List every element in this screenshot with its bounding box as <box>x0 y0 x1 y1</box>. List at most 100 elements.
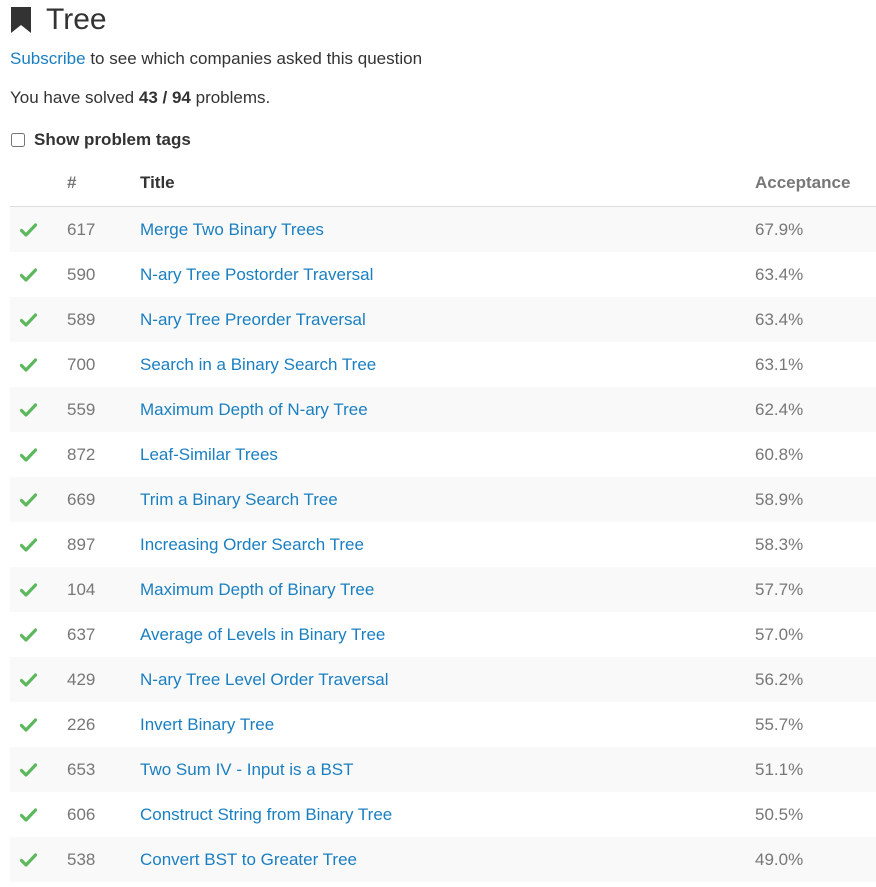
check-icon <box>20 447 37 462</box>
problem-title-link[interactable]: Maximum Depth of Binary Tree <box>140 580 374 599</box>
solved-summary: You have solved 43 / 94 problems. <box>10 87 270 109</box>
problem-title-cell: Trim a Binary Search Tree <box>140 477 755 522</box>
problem-number: 700 <box>67 354 96 374</box>
acceptance-rate: 51.1% <box>755 759 804 779</box>
status-cell <box>10 297 67 342</box>
check-icon <box>20 312 37 327</box>
status-cell <box>10 612 67 657</box>
problem-title-cell: Search in a Binary Search Tree <box>140 342 755 387</box>
solved-separator: / <box>157 88 172 107</box>
table-row: 538 Convert BST to Greater Tree 49.0% <box>10 837 876 882</box>
check-icon <box>20 582 37 597</box>
header-row: # Title Acceptance <box>10 160 876 207</box>
status-cell <box>10 207 67 253</box>
problem-title-cell: Average of Levels in Binary Tree <box>140 612 755 657</box>
status-cell <box>10 342 67 387</box>
problem-number: 653 <box>67 759 96 779</box>
problem-title-cell: N-ary Tree Preorder Traversal <box>140 297 755 342</box>
table-row: 669 Trim a Binary Search Tree 58.9% <box>10 477 876 522</box>
header-number[interactable]: # <box>67 160 140 207</box>
status-cell <box>10 387 67 432</box>
problem-title-link[interactable]: Invert Binary Tree <box>140 715 274 734</box>
problem-title-link[interactable]: Trim a Binary Search Tree <box>140 490 338 509</box>
table-row: 590 N-ary Tree Postorder Traversal 63.4% <box>10 252 876 297</box>
acceptance-rate: 62.4% <box>755 399 804 419</box>
subscribe-link[interactable]: Subscribe <box>10 49 86 68</box>
table-row: 637 Average of Levels in Binary Tree 57.0% <box>10 612 876 657</box>
acceptance-rate: 58.3% <box>755 534 804 554</box>
problem-title-cell: Construct String from Binary Tree <box>140 792 755 837</box>
problem-title-link[interactable]: Convert BST to Greater Tree <box>140 850 357 869</box>
problem-title-link[interactable]: Average of Levels in Binary Tree <box>140 625 385 644</box>
status-cell <box>10 747 67 792</box>
show-tags-checkbox[interactable] <box>11 133 25 147</box>
problem-number: 104 <box>67 579 96 599</box>
check-icon <box>20 672 37 687</box>
status-cell <box>10 432 67 477</box>
show-tags-toggle[interactable]: Show problem tags <box>10 129 191 151</box>
acceptance-rate: 57.0% <box>755 624 804 644</box>
problem-table: # Title Acceptance 617 Merge Two Binary T… <box>10 160 876 882</box>
header-acceptance[interactable]: Acceptance <box>755 160 876 207</box>
table-row: 429 N-ary Tree Level Order Traversal 56.2% <box>10 657 876 702</box>
solved-suffix: problems. <box>190 88 271 107</box>
acceptance-rate: 57.7% <box>755 579 804 599</box>
show-tags-label: Show problem tags <box>34 130 191 149</box>
table-row: 559 Maximum Depth of N-ary Tree 62.4% <box>10 387 876 432</box>
problem-title-link[interactable]: N-ary Tree Level Order Traversal <box>140 670 388 689</box>
bookmark-icon <box>11 7 31 33</box>
subscribe-notice: Subscribe to see which companies asked t… <box>10 48 422 70</box>
status-cell <box>10 657 67 702</box>
problem-number: 872 <box>67 444 96 464</box>
problem-number: 589 <box>67 309 96 329</box>
acceptance-rate: 56.2% <box>755 669 804 689</box>
problem-number: 538 <box>67 849 96 869</box>
status-cell <box>10 252 67 297</box>
table-row: 226 Invert Binary Tree 55.7% <box>10 702 876 747</box>
problem-title-link[interactable]: N-ary Tree Postorder Traversal <box>140 265 373 284</box>
acceptance-rate: 63.1% <box>755 354 804 374</box>
problem-title-cell: Convert BST to Greater Tree <box>140 837 755 882</box>
table-row: 617 Merge Two Binary Trees 67.9% <box>10 206 876 253</box>
status-cell <box>10 792 67 837</box>
acceptance-rate: 55.7% <box>755 714 804 734</box>
subscribe-text: to see which companies asked this questi… <box>85 49 423 68</box>
problem-title-link[interactable]: Two Sum IV - Input is a BST <box>140 760 354 779</box>
problem-title-link[interactable]: Leaf-Similar Trees <box>140 445 278 464</box>
solved-prefix: You have solved <box>10 88 139 107</box>
acceptance-rate: 67.9% <box>755 219 804 239</box>
problem-title-cell: Two Sum IV - Input is a BST <box>140 747 755 792</box>
acceptance-rate: 60.8% <box>755 444 804 464</box>
problem-number: 606 <box>67 804 96 824</box>
check-icon <box>20 267 37 282</box>
problem-title-cell: Increasing Order Search Tree <box>140 522 755 567</box>
problem-title-cell: Maximum Depth of N-ary Tree <box>140 387 755 432</box>
status-cell <box>10 837 67 882</box>
check-icon <box>20 762 37 777</box>
header-title[interactable]: Title <box>140 160 755 207</box>
problem-title-cell: Invert Binary Tree <box>140 702 755 747</box>
problem-number: 429 <box>67 669 96 689</box>
problem-number: 897 <box>67 534 96 554</box>
check-icon <box>20 222 37 237</box>
problem-title-link[interactable]: Search in a Binary Search Tree <box>140 355 376 374</box>
table-row: 700 Search in a Binary Search Tree 63.1% <box>10 342 876 387</box>
acceptance-rate: 58.9% <box>755 489 804 509</box>
table-row: 872 Leaf-Similar Trees 60.8% <box>10 432 876 477</box>
table-row: 653 Two Sum IV - Input is a BST 51.1% <box>10 747 876 792</box>
problem-title-link[interactable]: N-ary Tree Preorder Traversal <box>140 310 366 329</box>
page-header: Tree <box>10 2 107 38</box>
table-body: 617 Merge Two Binary Trees 67.9% 590 N-ary T… <box>10 206 876 882</box>
check-icon <box>20 627 37 642</box>
page-title: Tree <box>46 3 107 36</box>
problem-title-link[interactable]: Merge Two Binary Trees <box>140 220 324 239</box>
problem-title-cell: Maximum Depth of Binary Tree <box>140 567 755 612</box>
problem-title-link[interactable]: Maximum Depth of N-ary Tree <box>140 400 368 419</box>
status-cell <box>10 477 67 522</box>
problem-title-link[interactable]: Increasing Order Search Tree <box>140 535 364 554</box>
check-icon <box>20 807 37 822</box>
acceptance-rate: 50.5% <box>755 804 804 824</box>
problem-title-link[interactable]: Construct String from Binary Tree <box>140 805 392 824</box>
problem-title-cell: N-ary Tree Postorder Traversal <box>140 252 755 297</box>
solved-count: 43 <box>138 88 158 107</box>
